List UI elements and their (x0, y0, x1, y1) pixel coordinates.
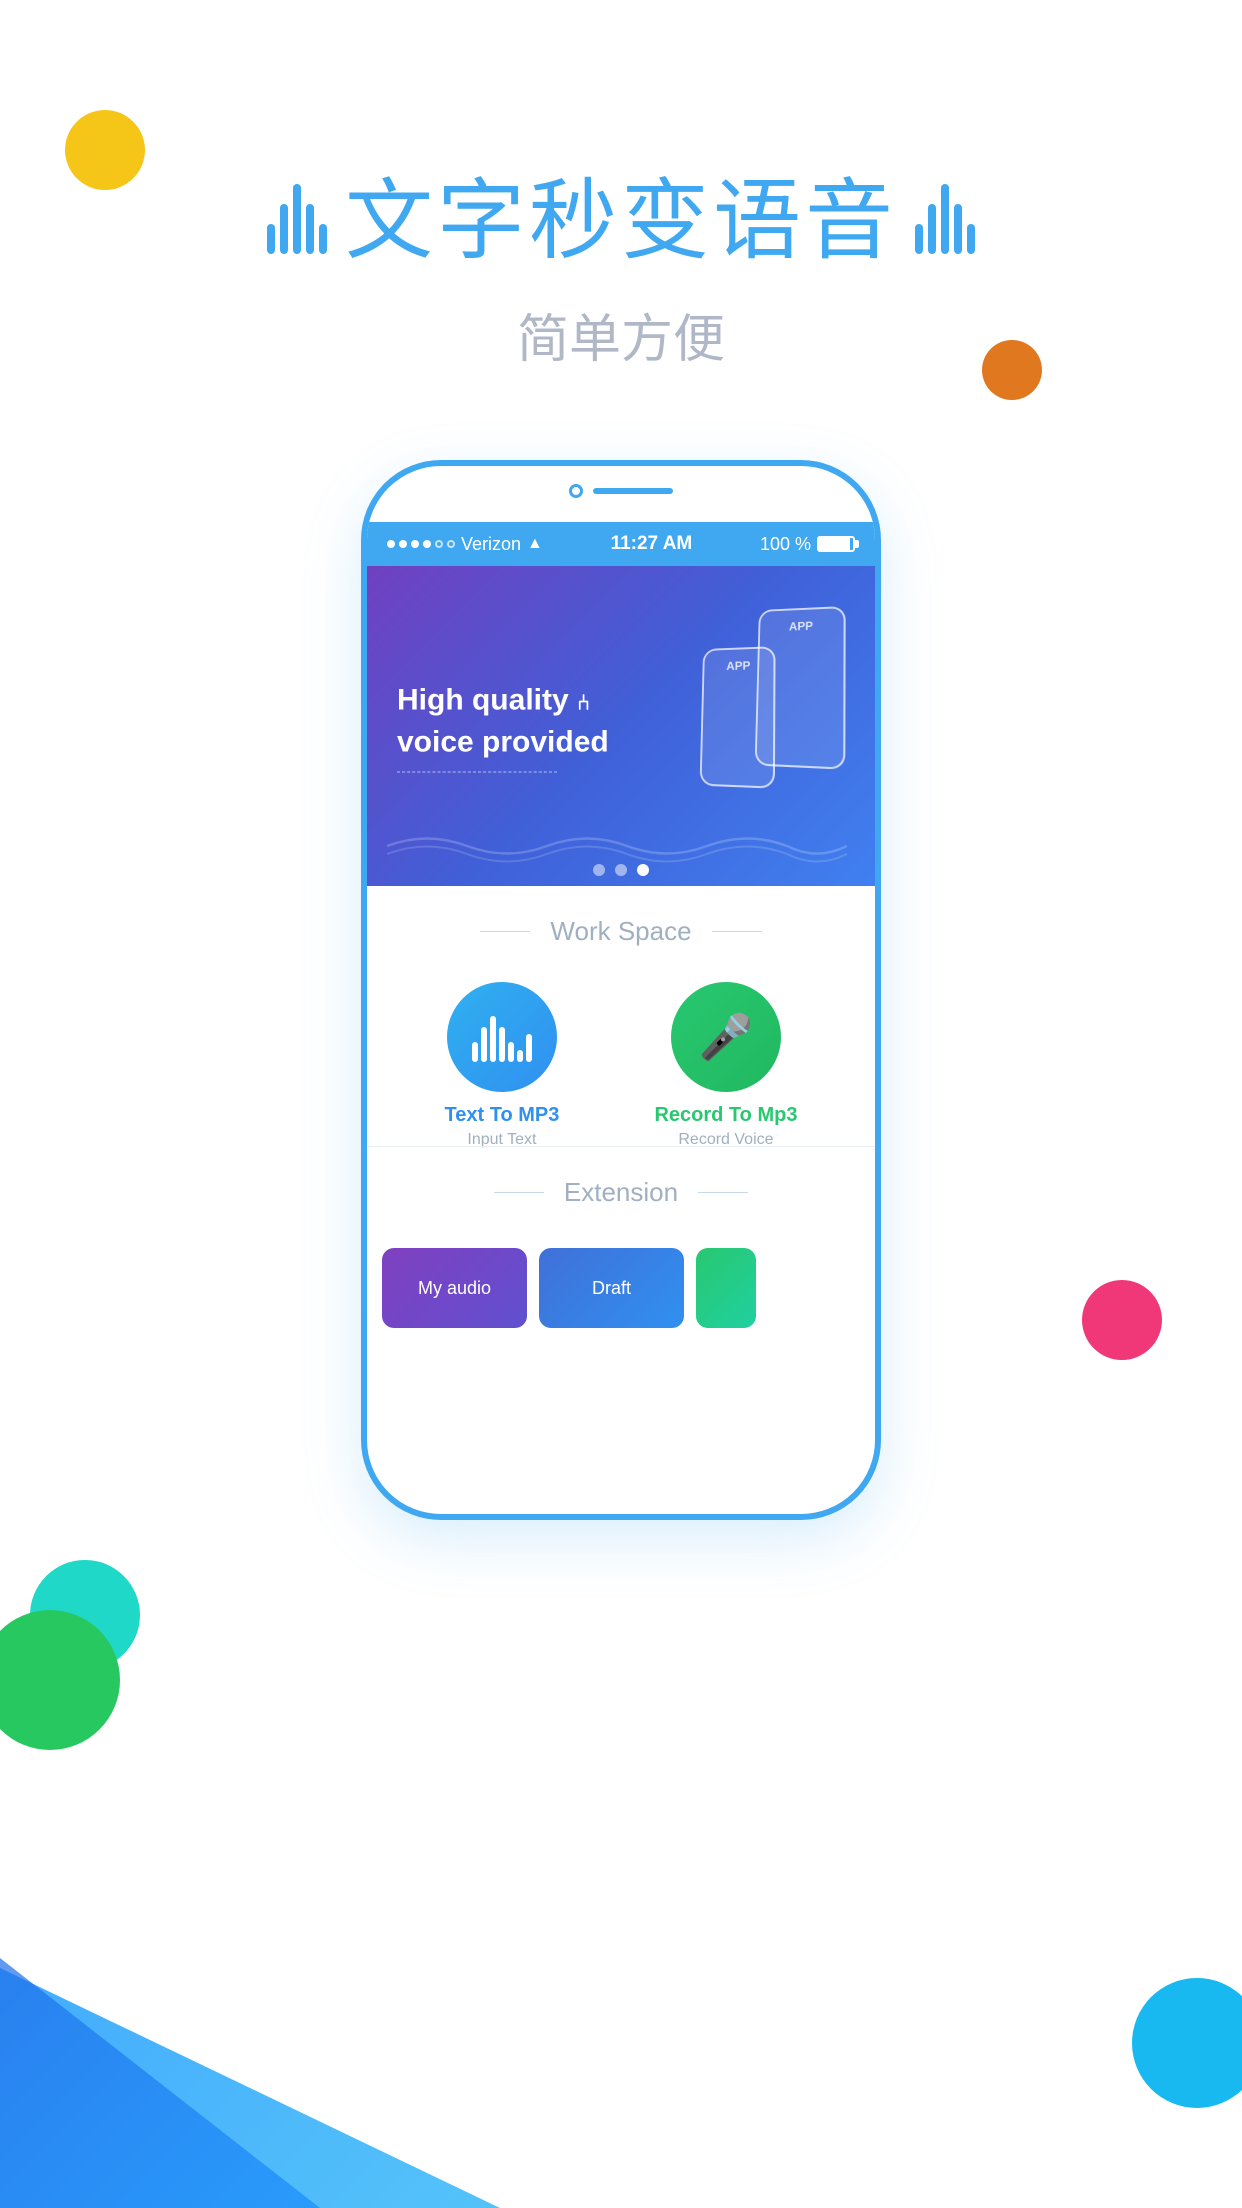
extension-header: Extension (367, 1147, 875, 1233)
extension-title: Extension (564, 1177, 678, 1208)
phone-mockup: Verizon ▲ 11:27 AM 100 % High quality ⑃ … (361, 460, 881, 1520)
banner-phones: APP APP (655, 586, 855, 866)
phone-top-bar (569, 484, 673, 498)
ext-section-line-left (494, 1192, 544, 1193)
phone-outer: Verizon ▲ 11:27 AM 100 % High quality ⑃ … (361, 460, 881, 1520)
banner-content: High quality ⑃ voice provided (397, 680, 609, 773)
signal-dots (387, 540, 455, 548)
battery-icon (817, 536, 855, 552)
banner-dot-3[interactable] (637, 864, 649, 876)
main-title: 文字秒变语音 (345, 150, 897, 277)
phone-speaker (593, 488, 673, 494)
ext-card-extra (696, 1248, 756, 1328)
wave-bar (280, 204, 288, 254)
wifi-icon: ▲ (527, 535, 543, 553)
wave-bar (967, 224, 975, 254)
wave-bar (915, 224, 923, 254)
banner: High quality ⑃ voice provided APP APP (367, 566, 875, 886)
status-left: Verizon ▲ (387, 534, 543, 555)
status-time: 11:27 AM (611, 533, 693, 555)
wave-bar (319, 224, 327, 254)
battery-tip (855, 540, 859, 548)
wave-bar (267, 224, 275, 254)
banner-line2: voice provided (397, 726, 609, 759)
signal-dot (399, 540, 407, 548)
banner-dot-1[interactable] (593, 864, 605, 876)
signal-dot-empty (435, 540, 443, 548)
battery-fill (819, 538, 850, 550)
banner-dots (593, 864, 649, 876)
share-icon: ⑃ (577, 690, 590, 715)
title-area: 文字秒变语音 简单方便 (0, 150, 1242, 372)
banner-dot-2[interactable] (615, 864, 627, 876)
ext-section-line-right (698, 1192, 748, 1193)
wave-bar (293, 184, 301, 254)
banner-phone-2-label: APP (726, 659, 750, 673)
banner-phone-1-label: APP (789, 619, 813, 633)
wave-bar (941, 184, 949, 254)
record-to-mp3-label: Record To Mp3 (654, 1104, 797, 1127)
status-right: 100 % (760, 534, 855, 555)
section-line-left (480, 931, 530, 932)
title-main: 文字秒变语音 (0, 150, 1242, 277)
subtitle: 简单方便 (0, 297, 1242, 372)
status-bar: Verizon ▲ 11:27 AM 100 % (367, 522, 875, 566)
text-to-mp3-label: Text To MP3 (445, 1104, 560, 1127)
record-to-mp3-icon: 🎤 (671, 982, 781, 1092)
banner-title: High quality ⑃ voice provided (397, 680, 609, 764)
extension-items: My audio Draft (367, 1233, 875, 1328)
phone-camera (569, 484, 583, 498)
workspace-item-record-to-mp3[interactable]: 🎤 Record To Mp3 Record Voice (654, 982, 797, 1149)
left-wave-icon (267, 174, 327, 254)
signal-dot (411, 540, 419, 548)
banner-phone-2: APP (700, 646, 776, 789)
workspace-title: Work Space (550, 916, 691, 947)
right-wave-icon (915, 174, 975, 254)
ext-draft-label: Draft (592, 1278, 631, 1299)
section-line-right (712, 931, 762, 932)
signal-dot (423, 540, 431, 548)
carrier-name: Verizon (461, 534, 521, 555)
wave-bar (954, 204, 962, 254)
workspace-section: Work Space (367, 886, 875, 1179)
wave-bar (306, 204, 314, 254)
banner-wave-svg (387, 826, 847, 866)
microphone-icon: 🎤 (699, 1011, 754, 1063)
signal-dot-empty (447, 540, 455, 548)
workspace-header: Work Space (367, 886, 875, 972)
banner-underline (397, 772, 557, 773)
extension-section: Extension My audio Draft (367, 1147, 875, 1328)
signal-dot (387, 540, 395, 548)
text-to-mp3-icon (447, 982, 557, 1092)
workspace-item-text-to-mp3[interactable]: Text To MP3 Input Text (445, 982, 560, 1149)
wave-bar (928, 204, 936, 254)
ext-card-draft[interactable]: Draft (539, 1248, 684, 1328)
battery-percent: 100 % (760, 534, 811, 555)
ext-card-my-audio[interactable]: My audio (382, 1248, 527, 1328)
deco-pink-circle (1082, 1280, 1162, 1360)
ext-my-audio-label: My audio (418, 1278, 491, 1299)
sound-wave-icon (472, 1012, 532, 1062)
banner-line1: High quality (397, 684, 569, 717)
deco-cyan-circle (1132, 1978, 1242, 2108)
